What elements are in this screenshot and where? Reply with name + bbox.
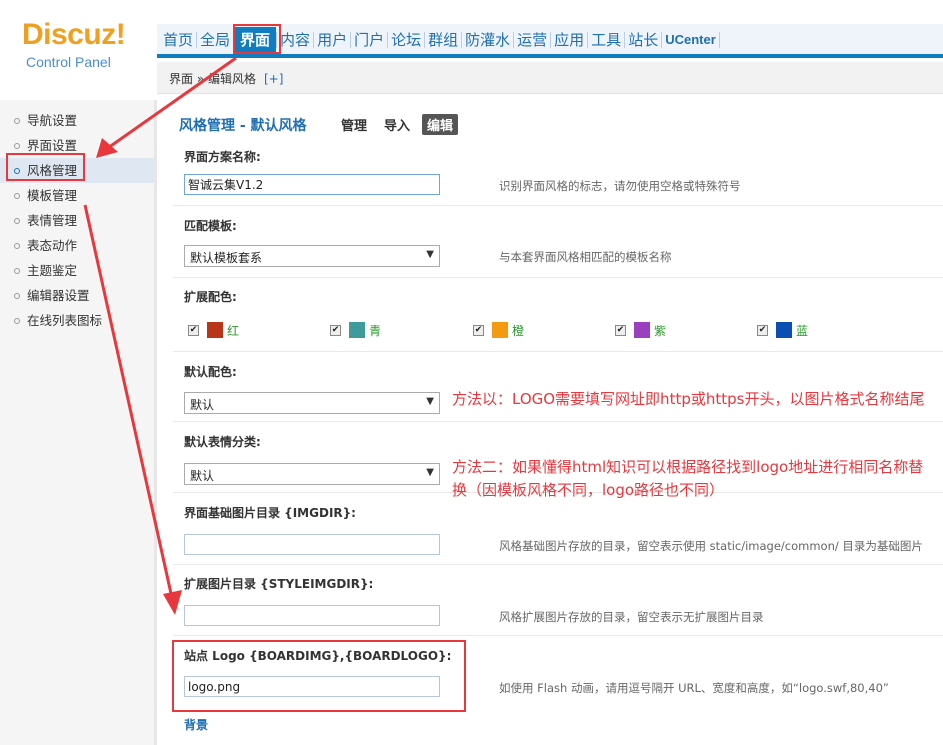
styleimgdir-input[interactable] xyxy=(184,605,440,626)
bullet-icon xyxy=(14,267,20,274)
default-color-label: 默认配色: xyxy=(184,365,237,379)
breadcrumb-text: 界面 » 编辑风格 xyxy=(169,72,256,86)
dropdown-arrow-icon: ▼ xyxy=(426,249,434,260)
ext-colors-label: 扩展配色: xyxy=(184,290,237,304)
sidebar-item-template-management[interactable]: 模板管理 xyxy=(0,183,157,208)
nav-apps[interactable]: 应用 xyxy=(551,27,587,53)
color-option-orange[interactable]: ✔ 橙 xyxy=(473,321,524,339)
tab-manage[interactable]: 管理 xyxy=(341,115,367,134)
breadcrumb-bar: 界面 » 编辑风格 [+] xyxy=(157,62,943,94)
template-hint: 与本套界面风格相匹配的模板名称 xyxy=(499,250,672,264)
logo-hint: 如使用 Flash 动画，请用逗号隔开 URL、宽度和高度，如“logo.swf… xyxy=(499,681,889,695)
color-swatch xyxy=(776,322,792,338)
checkbox-checked-icon[interactable]: ✔ xyxy=(473,324,484,336)
breadcrumb: 界面 » 编辑风格 [+] xyxy=(169,70,283,87)
scheme-name-label: 界面方案名称: xyxy=(184,150,261,164)
highlight-box-sidebar xyxy=(6,153,85,181)
sidebar: 导航设置 界面设置 风格管理 模板管理 表情管理 表态动作 主题鉴定 编辑器设置… xyxy=(0,100,157,745)
page-titlebar: 风格管理 - 默认风格 管理 导入 编辑 xyxy=(165,104,943,140)
scheme-name-hint: 识别界面风格的标志，请勿使用空格或特殊符号 xyxy=(499,179,741,193)
bullet-icon xyxy=(14,192,20,199)
bullet-icon xyxy=(14,317,20,324)
nav-operation[interactable]: 运营 xyxy=(514,27,550,53)
nav-content[interactable]: 内容 xyxy=(277,27,313,53)
color-option-blue[interactable]: ✔ 蓝 xyxy=(757,321,808,339)
tab-import[interactable]: 导入 xyxy=(384,115,410,134)
styleimgdir-hint: 风格扩展图片存放的目录，留空表示无扩展图片目录 xyxy=(499,610,764,624)
template-select[interactable]: 默认模板套系 ▼ xyxy=(184,245,440,267)
default-smiley-select[interactable]: 默认 ▼ xyxy=(184,463,440,485)
checkbox-checked-icon[interactable]: ✔ xyxy=(757,324,768,336)
imgdir-input[interactable] xyxy=(184,534,440,555)
bullet-icon xyxy=(14,117,20,124)
imgdir-label: 界面基础图片目录 {IMGDIR}: xyxy=(184,506,356,520)
nav-group[interactable]: 群组 xyxy=(425,27,461,53)
nav-tools[interactable]: 工具 xyxy=(588,27,624,53)
sidebar-item-editor-settings[interactable]: 编辑器设置 xyxy=(0,283,157,308)
nav-ucenter[interactable]: UCenter xyxy=(662,27,719,53)
sidebar-divider xyxy=(154,100,157,745)
color-swatch xyxy=(492,322,508,338)
dropdown-arrow-icon: ▼ xyxy=(426,396,434,407)
sidebar-item-nav-settings[interactable]: 导航设置 xyxy=(0,108,157,133)
bullet-icon xyxy=(14,142,20,149)
logo-text: Discuz! xyxy=(22,18,126,51)
template-label: 匹配模板: xyxy=(184,219,237,233)
sidebar-item-click-actions[interactable]: 表态动作 xyxy=(0,233,157,258)
annotation-method-2: 方法二：如果懂得html知识可以根据路径找到logo地址进行相同名称替换（因模板… xyxy=(452,458,924,499)
logo-subtitle: Control Panel xyxy=(26,54,111,70)
section-background-heading: 背景 xyxy=(184,718,209,732)
imgdir-hint: 风格基础图片存放的目录，留空表示使用 static/image/common/ … xyxy=(499,539,923,553)
scheme-name-input[interactable] xyxy=(184,174,440,195)
color-option-red[interactable]: ✔ 红 xyxy=(188,321,239,339)
checkbox-checked-icon[interactable]: ✔ xyxy=(330,324,341,336)
nav-home[interactable]: 首页 xyxy=(160,27,196,53)
checkbox-checked-icon[interactable]: ✔ xyxy=(615,324,626,336)
default-color-select[interactable]: 默认 ▼ xyxy=(184,392,440,414)
add-shortcut-button[interactable]: [+] xyxy=(264,72,283,86)
nav-global[interactable]: 全局 xyxy=(197,27,233,53)
color-swatch xyxy=(349,322,365,338)
bullet-icon xyxy=(14,242,20,249)
sidebar-item-online-list-icons[interactable]: 在线列表图标 xyxy=(0,308,157,333)
styleimgdir-label: 扩展图片目录 {STYLEIMGDIR}: xyxy=(184,577,374,591)
highlight-box-logo xyxy=(172,640,466,712)
highlight-box-nav xyxy=(233,24,281,54)
page-title: 风格管理 - 默认风格 xyxy=(179,118,307,134)
color-swatch xyxy=(634,322,650,338)
checkbox-checked-icon[interactable]: ✔ xyxy=(188,324,199,336)
logo[interactable]: Discuz! Control Panel xyxy=(0,0,157,100)
sidebar-item-smiley-management[interactable]: 表情管理 xyxy=(0,208,157,233)
default-smiley-label: 默认表情分类: xyxy=(184,435,261,449)
color-option-purple[interactable]: ✔ 紫 xyxy=(615,321,666,339)
sidebar-item-thread-stamps[interactable]: 主题鉴定 xyxy=(0,258,157,283)
nav-forum[interactable]: 论坛 xyxy=(388,27,424,53)
bullet-icon xyxy=(14,292,20,299)
nav-antispam[interactable]: 防灌水 xyxy=(462,27,513,53)
color-swatch xyxy=(207,322,223,338)
dropdown-arrow-icon: ▼ xyxy=(426,467,434,478)
tab-edit[interactable]: 编辑 xyxy=(422,114,459,135)
nav-portal[interactable]: 门户 xyxy=(351,27,387,53)
color-option-cyan[interactable]: ✔ 青 xyxy=(330,321,381,339)
annotation-method-1: 方法以：LOGO需要填写网址即http或https开头，以图片格式名称结尾 xyxy=(452,390,925,408)
nav-users[interactable]: 用户 xyxy=(314,27,350,53)
bullet-icon xyxy=(14,217,20,224)
nav-webmaster[interactable]: 站长 xyxy=(625,27,661,53)
